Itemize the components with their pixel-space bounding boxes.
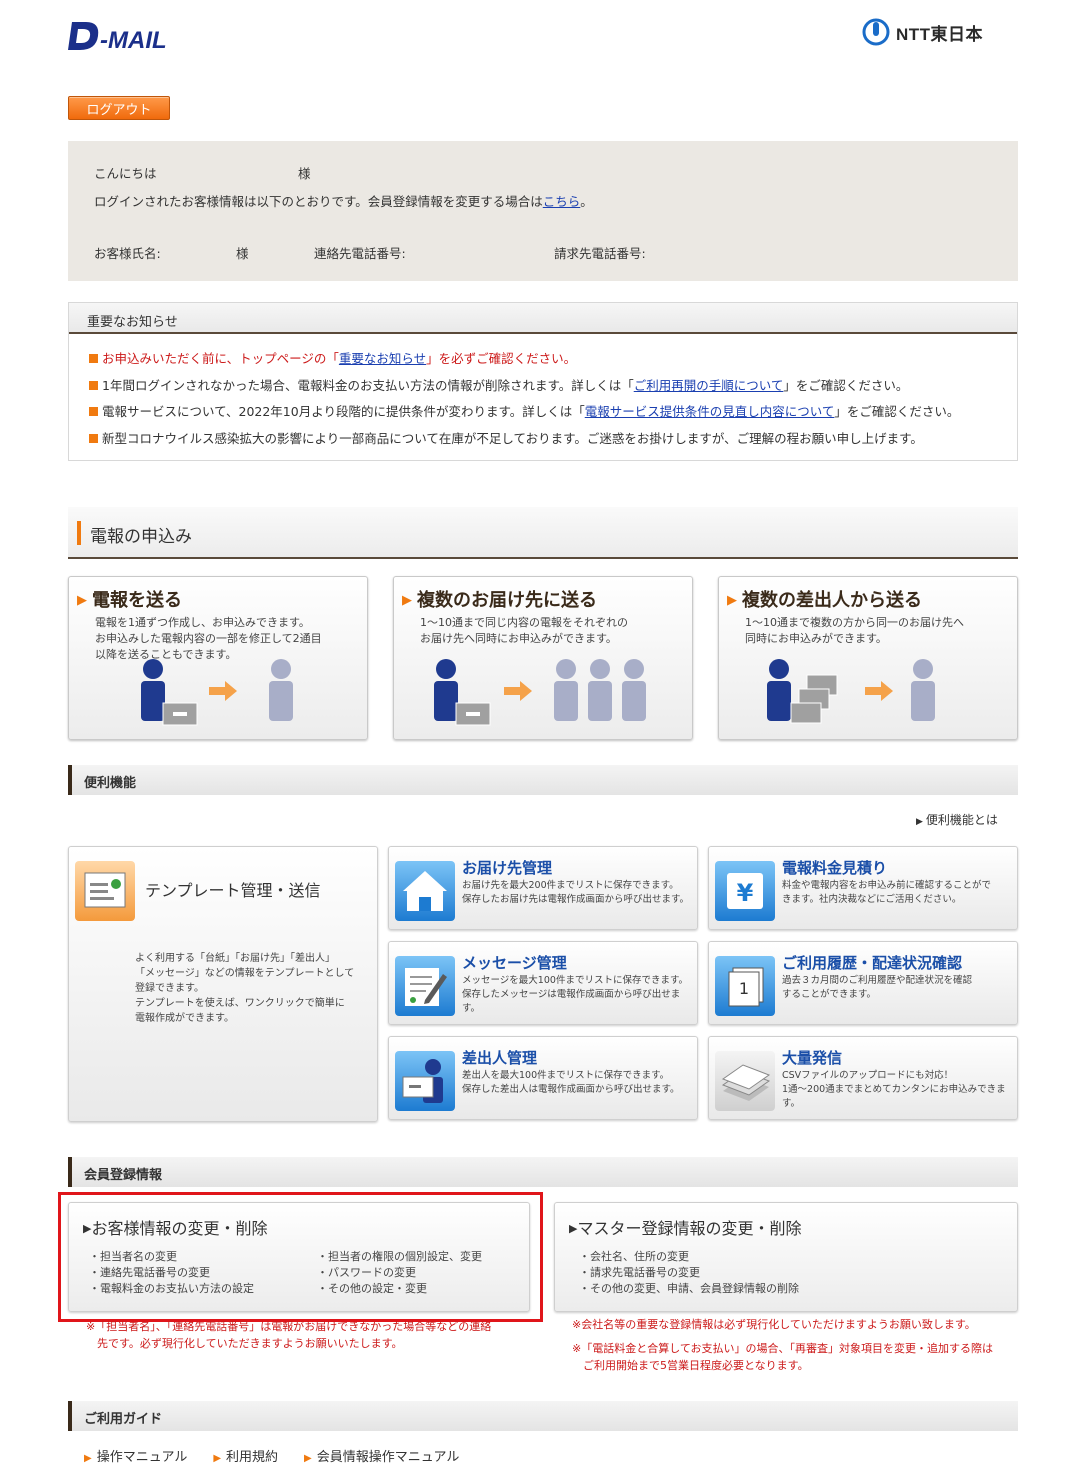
arrow-right-icon: ▶ bbox=[727, 593, 737, 608]
notice-item: 新型コロナウイルス感染拡大の影響により一部商品について在庫が不足しております。ご… bbox=[89, 426, 1017, 453]
triangle-right-icon: ▶ bbox=[916, 817, 923, 827]
send-multi-sender-card[interactable]: ▶ 複数の差出人から送る 1〜10通まで複数の方から同一のお届け先へ 同時にお申込… bbox=[718, 576, 1018, 740]
notice-item: お申込みいただく前に、トップページの「重要なお知らせ」を必ずご確認ください。 bbox=[89, 346, 1017, 373]
welcome-panel: こんにちは 様 ログインされたお客様情報は以下のとおりです。会員登録情報を変更す… bbox=[68, 141, 1018, 281]
terms-of-use-link[interactable]: ▶ 利用規約 bbox=[213, 1446, 278, 1465]
master-info-note-2: ※「電話料金と合算してお支払い」の場合、「再審査」対象項目を変更・追加する際は … bbox=[572, 1342, 994, 1372]
bullet-square-icon bbox=[89, 354, 98, 363]
features-section-title: 便利機能 bbox=[68, 765, 1018, 795]
master-info-list: ・会社名、住所の変更 ・請求先電話番号の変更 ・その他の変更、申請、会員登録情報… bbox=[579, 1250, 799, 1295]
customer-name-label: お客様氏名: bbox=[94, 246, 161, 261]
greeting-text: こんにちは bbox=[94, 166, 157, 181]
sender-icon bbox=[395, 1051, 455, 1111]
important-notice: 重要なお知らせ お申込みいただく前に、トップページの「重要なお知らせ」を必ずご確… bbox=[68, 302, 1018, 461]
login-info-text: ログインされたお客様情報は以下のとおりです。会員登録情報を変更する場合はこちら。 bbox=[94, 194, 593, 209]
arrow-right-icon: ▶ bbox=[77, 593, 87, 608]
notice-item: 電報サービスについて、2022年10月より段階的に提供条件が変わります。詳しくは… bbox=[89, 399, 1017, 426]
bulk-send-card[interactable]: 大量発信 CSVファイルのアップロードにも対応！ 1通〜200通までまとめてカン… bbox=[708, 1036, 1018, 1120]
house-icon bbox=[395, 861, 455, 921]
svg-text:1: 1 bbox=[739, 979, 749, 998]
master-info-change-card[interactable]: ▶マスター登録情報の変更・削除 ・会社名、住所の変更 ・請求先電話番号の変更 ・… bbox=[554, 1202, 1018, 1312]
triangle-right-icon: ▶ bbox=[213, 1453, 222, 1464]
member-manual-link[interactable]: ▶ 会員情報操作マニュアル bbox=[304, 1446, 459, 1465]
multi-sender-illustration-icon bbox=[767, 659, 935, 724]
yen-icon: ¥ bbox=[715, 861, 775, 921]
svg-text:-MAIL: -MAIL bbox=[100, 27, 167, 54]
svg-text:¥: ¥ bbox=[737, 879, 754, 907]
operation-manual-link[interactable]: ▶ 操作マニュアル bbox=[84, 1446, 187, 1465]
send-multi-destination-card[interactable]: ▶ 複数のお届け先に送る 1〜10通まで同じ内容の電報をそれぞれの お届け先へ同時… bbox=[393, 576, 693, 740]
apply-section-header: 電報の申込み bbox=[68, 507, 1018, 559]
destination-management-card[interactable]: お届け先管理 お届け先を最大200件までリストに保存できます。 保存したお届け先… bbox=[388, 846, 698, 930]
send-single-card[interactable]: ▶ 電報を送る 電報を1通ずつ作成し、お申込みできます。 お申込みした電報内容の一… bbox=[68, 576, 368, 740]
notice-link[interactable]: 電報サービス提供条件の見直し内容について bbox=[585, 404, 835, 419]
notice-link[interactable]: ご利用再開の手順について bbox=[634, 378, 784, 393]
triangle-right-icon: ▶ bbox=[84, 1453, 92, 1464]
ntt-logo-icon bbox=[862, 18, 890, 46]
template-feature-card[interactable]: テンプレート管理・送信 よく利用する「台紙」「お届け先」「差出人」 「メッセージ… bbox=[68, 846, 378, 1122]
bullet-square-icon bbox=[89, 433, 98, 443]
master-info-title: マスター登録情報の変更・削除 bbox=[577, 1219, 802, 1238]
member-info-change-link[interactable]: こちら bbox=[543, 194, 581, 209]
triangle-right-icon: ▶ bbox=[304, 1453, 312, 1464]
notice-item: 1年間ログインされなかった場合、電報料金のお支払い方法の情報が削除されます。詳し… bbox=[89, 373, 1017, 400]
calendar-icon: 1 bbox=[715, 956, 775, 1016]
apply-section-title: 電報の申込み bbox=[90, 527, 192, 547]
notice-link[interactable]: 重要なお知らせ bbox=[339, 351, 426, 366]
customer-name-honorific: 様 bbox=[236, 246, 249, 261]
notice-title: 重要なお知らせ bbox=[69, 303, 1017, 334]
sender-management-card[interactable]: 差出人管理 差出人を最大100件までリストに保存できます。 保存した差出人は電報… bbox=[388, 1036, 698, 1120]
notice-list: お申込みいただく前に、トップページの「重要なお知らせ」を必ずご確認ください。 1… bbox=[69, 334, 1017, 452]
guide-links: ▶ 操作マニュアル ▶ 利用規約 ▶ 会員情報操作マニュアル bbox=[84, 1446, 459, 1465]
arrow-right-icon: ▶ bbox=[402, 593, 412, 608]
ntt-east-logo: NTT東日本 bbox=[862, 18, 983, 46]
billing-phone-label: 請求先電話番号: bbox=[554, 246, 646, 261]
provider-name: NTT東日本 bbox=[896, 24, 984, 44]
member-section-title: 会員登録情報 bbox=[68, 1157, 1018, 1187]
message-edit-icon bbox=[395, 956, 455, 1016]
multi-destination-illustration-icon bbox=[434, 659, 646, 726]
customer-info-note: ※「担当者名」、「連絡先電話番号」は電報がお届けできなかった場合等などの連絡 先… bbox=[86, 1320, 492, 1350]
logout-button[interactable]: ログアウト bbox=[68, 96, 170, 120]
master-info-note-1: ※会社名等の重要な登録情報は必ず現行化していただけますようお願い致します。 bbox=[572, 1318, 976, 1331]
message-management-card[interactable]: メッセージ管理 メッセージを最大100件までリストに保存できます。 保存したメッ… bbox=[388, 941, 698, 1025]
highlight-frame bbox=[58, 1192, 543, 1322]
template-feature-desc: よく利用する「台紙」「お届け先」「差出人」 「メッセージ」などの情報をテンプレー… bbox=[135, 953, 355, 1024]
contact-phone-label: 連絡先電話番号: bbox=[314, 246, 406, 261]
fee-estimate-card[interactable]: ¥ 電報料金見積り 料金や電報内容をお申込み前に確認することがで きます。社内決… bbox=[708, 846, 1018, 930]
dmail-logo: -MAIL bbox=[68, 14, 208, 54]
features-about-link[interactable]: ▶ 便利機能とは bbox=[916, 811, 998, 828]
template-icon bbox=[75, 861, 135, 921]
template-feature-title: テンプレート管理・送信 bbox=[145, 881, 321, 900]
bullet-square-icon bbox=[89, 407, 98, 416]
bullet-square-icon bbox=[89, 380, 98, 390]
guide-section-title: ご利用ガイド bbox=[68, 1401, 1018, 1431]
greeting-honorific: 様 bbox=[298, 166, 311, 181]
single-send-illustration-icon bbox=[141, 659, 293, 726]
documents-stack-icon bbox=[715, 1051, 775, 1111]
dmail-logo-icon: -MAIL bbox=[68, 22, 167, 54]
history-delivery-status-card[interactable]: 1 ご利用履歴・配達状況確認 過去３カ月間のご利用履歴や配達状況を確認 すること… bbox=[708, 941, 1018, 1025]
